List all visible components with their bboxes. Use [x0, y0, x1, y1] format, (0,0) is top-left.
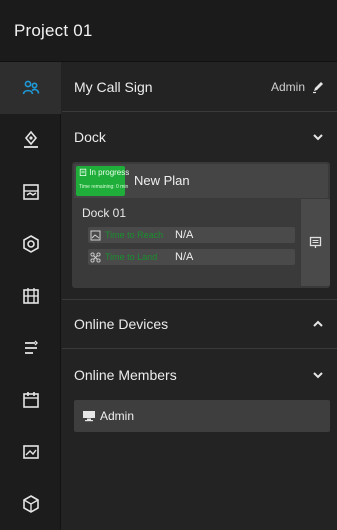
nav-item-camera[interactable] — [0, 218, 61, 270]
cube-icon — [22, 495, 39, 513]
calendar-icon — [22, 392, 39, 408]
nav-item-location[interactable] — [0, 114, 61, 166]
chevron-down-icon[interactable] — [311, 368, 325, 382]
edit-icon[interactable] — [311, 80, 325, 94]
monitor-icon — [309, 236, 322, 248]
dock-section-header[interactable]: Dock — [62, 112, 337, 162]
media-icon — [22, 445, 39, 459]
member-item[interactable]: Admin — [74, 400, 330, 432]
nav-item-route[interactable] — [0, 322, 61, 374]
nav-item-team[interactable] — [0, 62, 61, 114]
image-icon — [90, 230, 101, 240]
call-sign-row: My Call Sign Admin — [62, 62, 337, 112]
side-nav-rail — [0, 62, 61, 530]
dock-section-label: Dock — [74, 129, 106, 145]
dock-info-value: N/A — [175, 229, 194, 241]
nav-item-map-layer[interactable] — [0, 166, 61, 218]
nav-item-media[interactable] — [0, 426, 61, 478]
dock-card[interactable]: In progress Time remaining: 0 min New Pl… — [72, 162, 330, 288]
dock-name: Dock 01 — [82, 206, 127, 220]
location-icon — [23, 130, 38, 148]
dock-info-key: Time to Reach — [105, 230, 164, 240]
tasks-icon — [22, 288, 39, 304]
call-sign-label: My Call Sign — [74, 78, 153, 95]
nav-item-calendar[interactable] — [0, 374, 61, 426]
status-badge: In progress Time remaining: 0 min — [76, 166, 129, 196]
online-devices-label: Online Devices — [74, 316, 169, 332]
dock-info-key: Time to Land — [105, 252, 158, 262]
status-subtext: Time remaining: 0 min — [79, 184, 129, 190]
route-icon — [24, 340, 38, 354]
nav-item-tasks[interactable] — [0, 270, 61, 322]
map-layer-icon — [22, 184, 39, 200]
camera-icon — [22, 235, 39, 253]
member-name: Admin — [100, 409, 135, 423]
dock-info-line: Time to Land N/A — [88, 249, 295, 265]
computer-icon — [83, 411, 95, 422]
nav-item-model[interactable] — [0, 478, 61, 530]
chevron-up-icon[interactable] — [311, 317, 325, 331]
drone-icon — [90, 251, 101, 263]
online-members-header[interactable]: Online Members — [62, 350, 337, 400]
main-panel: My Call Sign Admin Dock In progress Time… — [62, 62, 337, 530]
app-header: Project 01 — [0, 0, 337, 62]
status-text: In progress — [89, 168, 130, 177]
plan-header[interactable]: In progress Time remaining: 0 min New Pl… — [74, 164, 328, 198]
dock-detail-button[interactable] — [301, 199, 330, 286]
dock-info-line: Time to Reach N/A — [88, 227, 295, 243]
project-title: Project 01 — [14, 20, 93, 40]
dock-info-value: N/A — [175, 251, 194, 263]
plan-name: New Plan — [134, 173, 190, 188]
online-members-label: Online Members — [74, 367, 177, 383]
team-icon — [22, 80, 39, 95]
online-devices-header[interactable]: Online Devices — [62, 299, 337, 349]
clipboard-icon — [79, 168, 87, 176]
call-sign-value: Admin — [270, 79, 305, 94]
chevron-down-icon[interactable] — [311, 130, 325, 144]
